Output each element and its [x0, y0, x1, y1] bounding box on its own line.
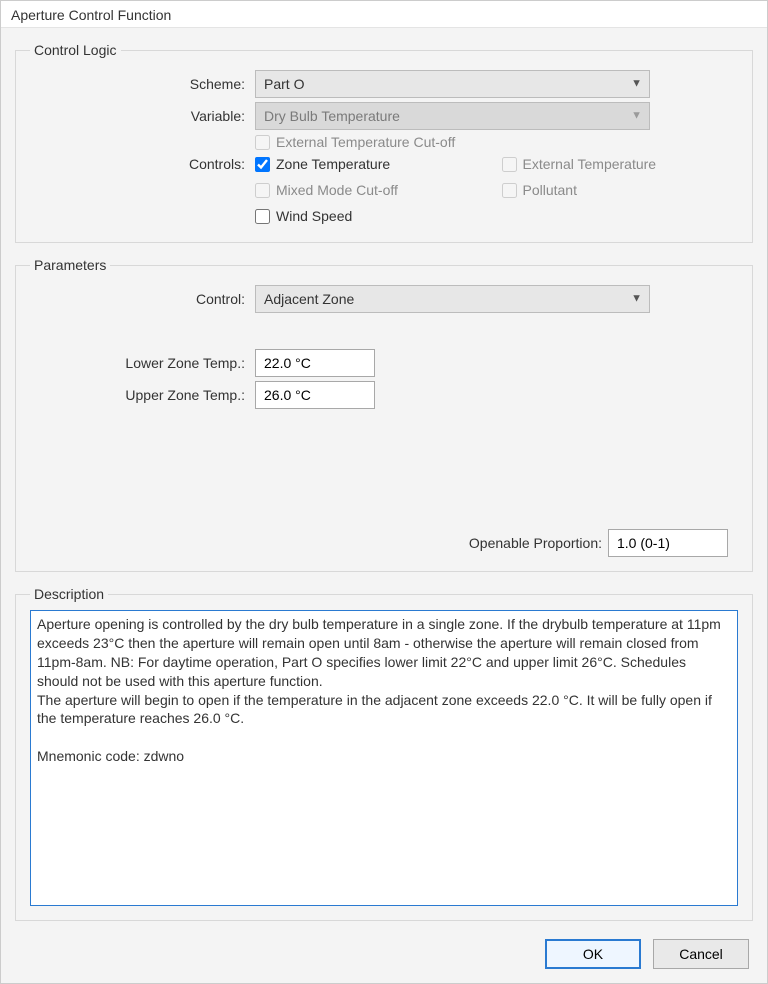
- label-upper-zone-temp: Upper Zone Temp.:: [30, 387, 255, 403]
- control-select[interactable]: Adjacent Zone: [255, 285, 650, 313]
- window-title: Aperture Control Function: [1, 1, 767, 27]
- label-lower-zone-temp: Lower Zone Temp.:: [30, 355, 255, 371]
- checkbox-mixed-mode-cutoff: Mixed Mode Cut-off: [255, 182, 492, 198]
- label-control: Control:: [30, 291, 255, 307]
- group-control-logic: Control Logic Scheme: Part O ▼ Variable:: [15, 42, 753, 243]
- legend-control-logic: Control Logic: [30, 42, 121, 58]
- group-description: Description: [15, 586, 753, 921]
- group-parameters: Parameters Control: Adjacent Zone ▼ Lowe…: [15, 257, 753, 572]
- label-openable-proportion: Openable Proportion:: [469, 535, 602, 551]
- checkbox-pollutant: Pollutant: [502, 182, 739, 198]
- checkbox-ext-temp-cutoff: External Temperature Cut-off: [255, 134, 455, 150]
- label-scheme: Scheme:: [30, 76, 255, 92]
- label-variable: Variable:: [30, 108, 255, 124]
- openable-proportion-input[interactable]: [608, 529, 728, 557]
- cancel-button[interactable]: Cancel: [653, 939, 749, 969]
- ok-button[interactable]: OK: [545, 939, 641, 969]
- checkbox-zone-temperature[interactable]: Zone Temperature: [255, 156, 492, 172]
- legend-parameters: Parameters: [30, 257, 110, 273]
- label-controls: Controls:: [30, 154, 255, 172]
- legend-description: Description: [30, 586, 108, 602]
- lower-zone-temp-input[interactable]: [255, 349, 375, 377]
- scheme-select[interactable]: Part O: [255, 70, 650, 98]
- checkbox-wind-speed[interactable]: Wind Speed: [255, 208, 738, 224]
- dialog-window: Aperture Control Function Control Logic …: [0, 0, 768, 984]
- dialog-content: Control Logic Scheme: Part O ▼ Variable:: [1, 27, 767, 983]
- checkbox-external-temperature: External Temperature: [502, 156, 739, 172]
- upper-zone-temp-input[interactable]: [255, 381, 375, 409]
- description-textarea[interactable]: [30, 610, 738, 906]
- variable-select-disabled: Dry Bulb Temperature: [255, 102, 650, 130]
